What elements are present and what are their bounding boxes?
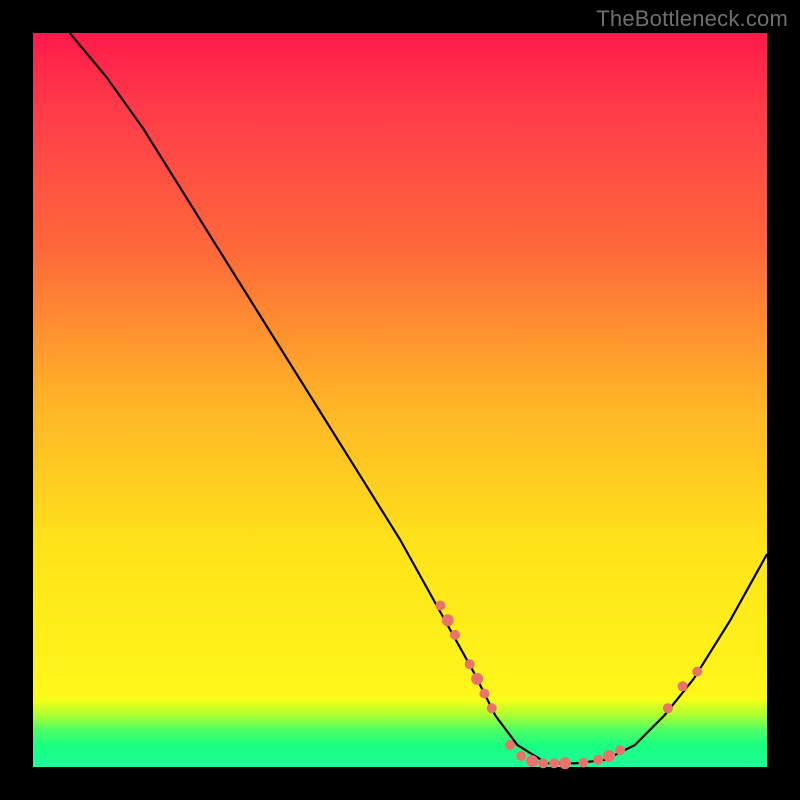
curve-marker <box>549 758 559 768</box>
curve-marker <box>435 601 445 611</box>
curve-marker <box>538 758 548 768</box>
plot-area <box>33 33 767 767</box>
curve-marker <box>593 755 603 765</box>
curve-marker <box>479 689 489 699</box>
curve-marker <box>442 614 454 626</box>
curve-marker <box>487 703 497 713</box>
curve-marker <box>450 630 460 640</box>
curve-marker <box>678 681 688 691</box>
curve-marker <box>526 755 538 767</box>
curve-marker <box>615 745 625 755</box>
curve-marker <box>692 667 702 677</box>
curve-marker <box>505 740 515 750</box>
curve-marker <box>465 659 475 669</box>
curve-marker <box>603 750 615 762</box>
curve-marker <box>559 757 571 769</box>
chart-frame: TheBottleneck.com <box>0 0 800 800</box>
curve-markers <box>435 601 702 770</box>
curve-marker <box>471 673 483 685</box>
watermark-text: TheBottleneck.com <box>596 6 788 32</box>
curve-marker <box>516 751 526 761</box>
curve-marker <box>663 703 673 713</box>
curve-marker <box>579 758 589 768</box>
bottleneck-curve <box>70 33 767 763</box>
chart-svg <box>33 33 767 767</box>
